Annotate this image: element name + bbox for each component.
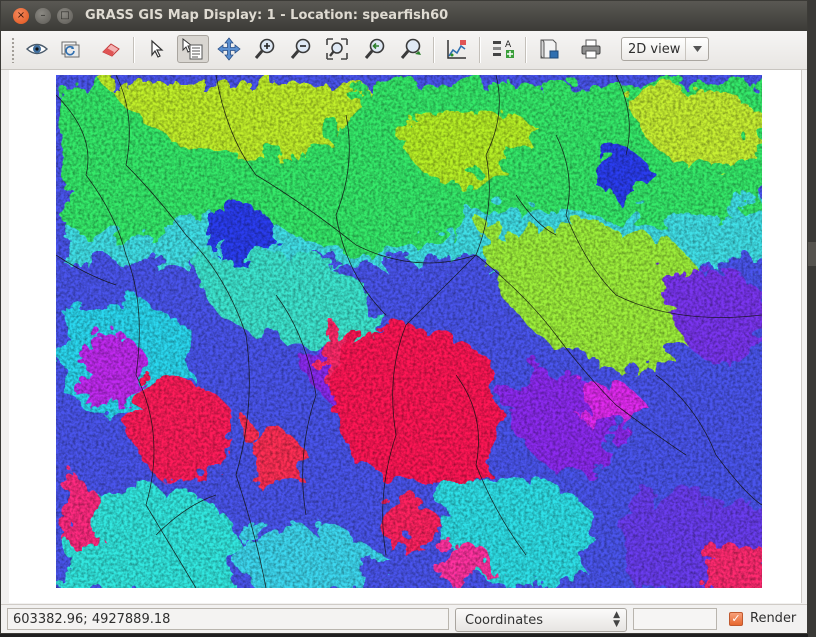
- pointer-icon: [151, 39, 164, 58]
- pointer-button[interactable]: [143, 35, 171, 63]
- render-map-icon: [61, 41, 80, 58]
- minimize-icon: –: [40, 10, 46, 21]
- display-map-icon: [25, 43, 49, 55]
- statusbar-mode-dropdown[interactable]: Coordinates ▲ ▼: [455, 608, 627, 632]
- zoom-out-button[interactable]: [287, 35, 315, 63]
- spin-arrows-icon: ▲ ▼: [613, 610, 620, 629]
- query-button[interactable]: [177, 35, 209, 63]
- chevron-down-icon: [685, 38, 708, 60]
- save-map-button[interactable]: [535, 35, 563, 63]
- query-icon: [182, 37, 203, 60]
- toolbar-separator: [433, 37, 434, 63]
- minimize-window-button[interactable]: –: [35, 8, 51, 24]
- toolbar-separator: [479, 37, 480, 63]
- toolbar-separator: [133, 37, 134, 63]
- maximize-window-button[interactable]: □: [57, 8, 73, 24]
- statusbar-mode-value: Coordinates: [465, 613, 544, 628]
- zoom-back-icon: [364, 38, 385, 59]
- analyze-icon: [447, 40, 466, 59]
- render-checkbox[interactable]: ✓ Render: [723, 610, 801, 632]
- view-mode-dropdown[interactable]: 2D view: [621, 37, 709, 61]
- map-toolbar: A 2D view: [1, 31, 807, 70]
- render-progress-bar: [633, 608, 717, 630]
- analyze-button[interactable]: [443, 35, 471, 63]
- toolbar-separator: [525, 37, 526, 63]
- close-icon: ×: [16, 10, 26, 21]
- raster-map-image: [56, 75, 762, 588]
- zoom-in-button[interactable]: [251, 35, 279, 63]
- checkmark-icon: ✓: [729, 612, 743, 626]
- zoom-back-button[interactable]: [361, 35, 389, 63]
- map-canvas[interactable]: [9, 70, 802, 603]
- map-display-window: × – □ GRASS GIS Map Display: 1 - Locatio…: [0, 0, 808, 634]
- zoom-in-icon: [254, 38, 275, 59]
- maximize-icon: □: [60, 10, 70, 21]
- display-map-button[interactable]: [23, 35, 51, 63]
- zoom-extent-button[interactable]: [323, 35, 351, 63]
- save-map-icon: [540, 39, 559, 59]
- print-button[interactable]: [577, 35, 605, 63]
- titlebar: × – □ GRASS GIS Map Display: 1 - Locatio…: [1, 1, 807, 31]
- zoom-extent-icon: [326, 38, 348, 60]
- overlay-decorations-button[interactable]: A: [489, 35, 517, 63]
- erase-display-icon: [102, 43, 120, 57]
- coordinates-field[interactable]: 603382.96; 4927889.18: [7, 608, 449, 630]
- toolbar-grip[interactable]: [11, 37, 15, 63]
- window-title: GRASS GIS Map Display: 1 - Location: spe…: [85, 8, 449, 23]
- view-mode-value: 2D view: [628, 42, 681, 57]
- raster-map[interactable]: [56, 75, 762, 588]
- zoom-options-icon: [400, 38, 421, 59]
- statusbar: 603382.96; 4927889.18 Coordinates ▲ ▼ ✓ R…: [1, 604, 807, 633]
- scrollbar-thumb[interactable]: [808, 242, 816, 266]
- close-window-button[interactable]: ×: [13, 8, 29, 24]
- overlay-decorations-icon: A: [493, 40, 514, 58]
- zoom-options-button[interactable]: [397, 35, 425, 63]
- zoom-out-icon: [290, 38, 311, 59]
- render-map-button[interactable]: [57, 35, 85, 63]
- adjacent-window-edge: [808, 0, 816, 637]
- svg-text:A: A: [505, 40, 512, 50]
- erase-display-button[interactable]: [97, 35, 125, 63]
- render-label: Render: [750, 611, 797, 626]
- pan-icon: [217, 37, 241, 61]
- pan-button[interactable]: [215, 35, 243, 63]
- print-icon: [581, 39, 601, 59]
